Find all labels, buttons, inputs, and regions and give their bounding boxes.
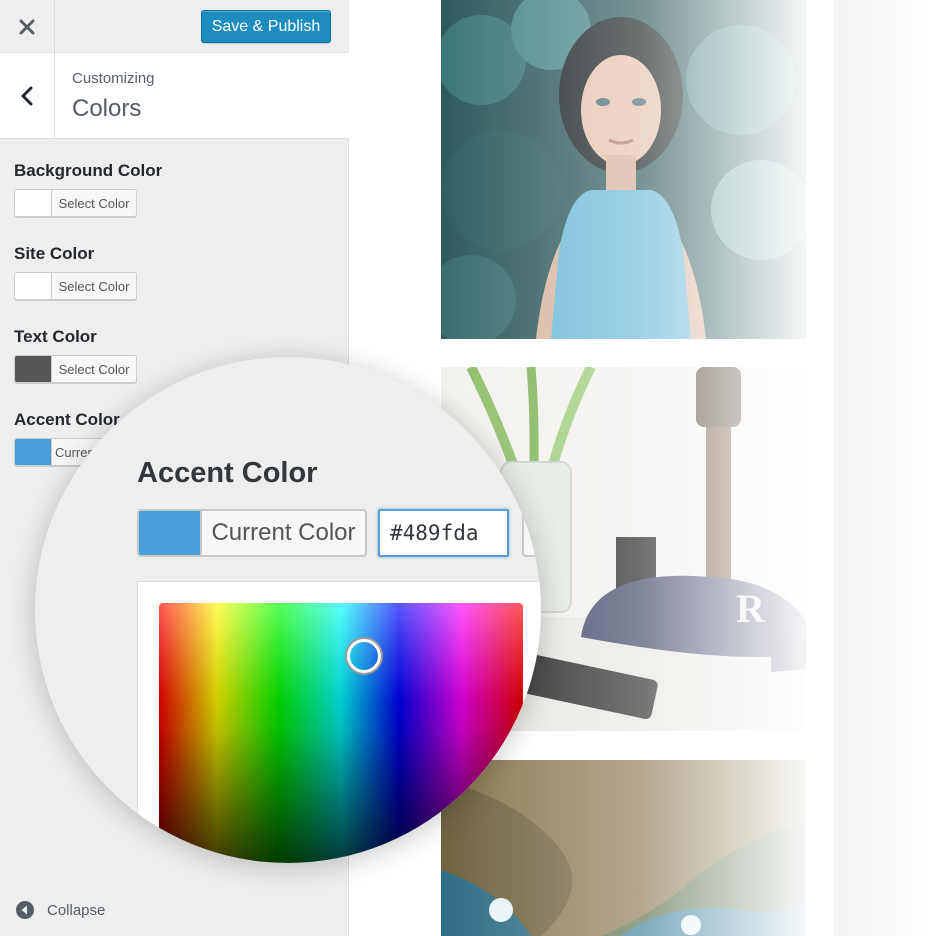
background-color-select-button[interactable]: Select Color bbox=[14, 189, 137, 217]
select-color-label: Select Color bbox=[58, 195, 130, 211]
hex-color-input[interactable] bbox=[378, 509, 509, 557]
accent-color-swatch bbox=[139, 511, 202, 555]
close-icon bbox=[19, 19, 35, 34]
select-color-label: Select Color bbox=[58, 278, 130, 294]
collapse-label: Collapse bbox=[47, 901, 106, 919]
text-color-control: Text Color Select Color bbox=[14, 327, 137, 383]
color-swatch bbox=[15, 356, 52, 382]
accent-color-heading: Accent Color bbox=[137, 457, 318, 489]
color-swatch bbox=[15, 439, 52, 465]
close-button[interactable] bbox=[0, 0, 55, 53]
magnifier-lens: Accent Color Current Color bbox=[35, 357, 541, 863]
control-label: Text Color bbox=[14, 327, 97, 346]
customizer-header-bar: Save & Publish bbox=[0, 0, 349, 53]
control-label: Accent Color bbox=[14, 410, 120, 429]
back-button[interactable] bbox=[0, 53, 55, 138]
chevron-left-icon bbox=[21, 86, 33, 105]
collapse-button[interactable]: Collapse bbox=[15, 900, 105, 920]
save-publish-button[interactable]: Save & Publish bbox=[201, 10, 331, 43]
arrow-left-circle-icon bbox=[16, 901, 34, 919]
site-color-control: Site Color Select Color bbox=[14, 244, 137, 300]
breadcrumb: Customizing bbox=[72, 70, 155, 87]
current-color-button[interactable]: Current Color bbox=[137, 509, 367, 557]
color-swatch bbox=[15, 190, 52, 216]
current-color-label: Current Color bbox=[211, 519, 356, 546]
select-color-label: Select Color bbox=[58, 361, 130, 377]
control-label: Site Color bbox=[14, 244, 95, 263]
site-color-select-button[interactable]: Select Color bbox=[14, 272, 137, 300]
accent-color-control: Accent Color Current Color bbox=[14, 410, 137, 466]
preview-right-column bbox=[834, 0, 936, 936]
color-swatch bbox=[15, 273, 52, 299]
color-picker-handle[interactable] bbox=[347, 639, 381, 673]
preview-photo-portrait[interactable] bbox=[441, 0, 806, 339]
default-color-button[interactable] bbox=[522, 509, 541, 557]
text-color-select-button[interactable]: Select Color bbox=[14, 355, 137, 383]
control-label: Background Color bbox=[14, 161, 163, 180]
section-header: Customizing Colors bbox=[0, 53, 349, 139]
background-color-control: Background Color Select Color bbox=[14, 161, 163, 217]
section-title: Colors bbox=[72, 95, 142, 122]
color-spectrum[interactable] bbox=[159, 603, 523, 863]
